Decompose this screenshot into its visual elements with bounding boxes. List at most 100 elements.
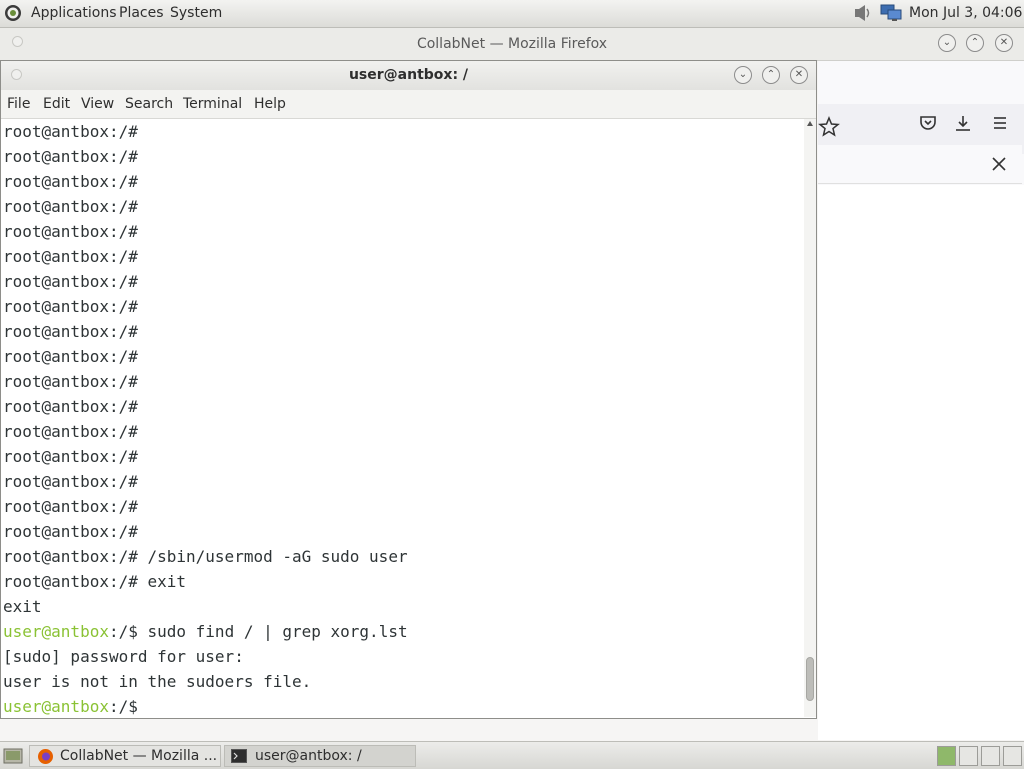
terminal-window: user@antbox: / ⌄ ⌃ ✕ File Edit View Sear…: [0, 60, 817, 719]
terminal-close-button[interactable]: ✕: [790, 66, 808, 84]
terminal-line: user@antbox:/$: [3, 694, 148, 717]
taskbar-item-terminal[interactable]: user@antbox: /: [224, 745, 416, 767]
terminal-line: root@antbox:/#: [3, 194, 138, 219]
workspace-1[interactable]: [937, 746, 956, 766]
gnome-foot-logo-icon[interactable]: [4, 4, 22, 22]
firefox-toolbar: [818, 61, 1024, 185]
menu-view[interactable]: View: [81, 96, 114, 112]
terminal-line: root@antbox:/# /sbin/usermod -aG sudo us…: [3, 544, 408, 569]
line-text: sudo find / | grep xorg.lst: [147, 622, 408, 641]
prompt-path: :/$: [108, 622, 148, 641]
firefox-window-menu-icon[interactable]: [12, 36, 23, 47]
line-text: root@antbox:/#: [3, 397, 138, 416]
firefox-minimize-button[interactable]: ⌄: [938, 34, 956, 52]
line-text: root@antbox:/#: [3, 272, 138, 291]
terminal-menubar: File Edit View Search Terminal Help: [1, 90, 816, 119]
terminal-titlebar[interactable]: user@antbox: / ⌄ ⌃ ✕: [1, 61, 816, 90]
terminal-scrollbar[interactable]: [804, 119, 816, 717]
top-panel: Applications Places System Mon Jul 3, 04…: [0, 0, 1024, 28]
firefox-titlebar[interactable]: CollabNet — Mozilla Firefox ⌄ ⌃ ✕: [0, 28, 1024, 61]
firefox-maximize-button[interactable]: ⌃: [966, 34, 984, 52]
prompt-user-host: user@antbox: [3, 697, 109, 716]
terminal-output[interactable]: root@antbox:/# root@antbox:/# root@antbox:…: [3, 119, 803, 717]
terminal-line: root@antbox:/#: [3, 344, 138, 369]
downloads-icon[interactable]: [953, 113, 973, 133]
firefox-icon: [38, 749, 53, 764]
terminal-line: root@antbox:/#: [3, 119, 138, 144]
scroll-up-arrow-icon[interactable]: [807, 121, 813, 126]
places-menu[interactable]: Places: [119, 5, 164, 21]
terminal-line: root@antbox:/#: [3, 169, 138, 194]
line-text: root@antbox:/#: [3, 347, 138, 366]
menu-file[interactable]: File: [7, 96, 30, 112]
hamburger-menu-icon[interactable]: [990, 113, 1010, 133]
menu-terminal[interactable]: Terminal: [183, 96, 242, 112]
volume-icon[interactable]: [853, 4, 875, 22]
terminal-window-title: user@antbox: /: [348, 67, 469, 83]
line-text: root@antbox:/#: [3, 372, 138, 391]
line-text: root@antbox:/#: [3, 472, 138, 491]
line-text: root@antbox:/#: [3, 497, 138, 516]
clock[interactable]: Mon Jul 3, 04:06: [909, 5, 1022, 21]
workspace-2[interactable]: [959, 746, 978, 766]
scrollbar-thumb[interactable]: [806, 657, 814, 701]
terminal-maximize-button[interactable]: ⌃: [762, 66, 780, 84]
line-text: root@antbox:/#: [3, 522, 138, 541]
terminal-line: user@antbox:/$ sudo find / | grep xorg.l…: [3, 619, 408, 644]
terminal-line: user is not in the sudoers file.: [3, 669, 311, 694]
workspace-4[interactable]: [1003, 746, 1022, 766]
line-text: root@antbox:/#: [3, 447, 138, 466]
menu-help[interactable]: Help: [254, 96, 286, 112]
line-text: root@antbox:/#: [3, 297, 138, 316]
line-text: exit: [3, 597, 42, 616]
taskbar-item-label: CollabNet — Mozilla ...: [60, 748, 218, 764]
terminal-line: root@antbox:/#: [3, 269, 138, 294]
menu-edit[interactable]: Edit: [43, 96, 70, 112]
firefox-close-button[interactable]: ✕: [995, 34, 1013, 52]
applications-menu[interactable]: Applications: [31, 5, 117, 21]
terminal-line: root@antbox:/#: [3, 369, 138, 394]
terminal-line: root@antbox:/#: [3, 144, 138, 169]
line-text: root@antbox:/#: [3, 147, 138, 166]
terminal-line: root@antbox:/#: [3, 394, 138, 419]
terminal-line: root@antbox:/#: [3, 244, 138, 269]
terminal-minimize-button[interactable]: ⌄: [734, 66, 752, 84]
terminal-line: root@antbox:/#: [3, 294, 138, 319]
prompt-path: :/$: [108, 697, 148, 716]
terminal-line: root@antbox:/#: [3, 219, 138, 244]
line-text: root@antbox:/# /sbin/usermod -aG sudo us…: [3, 547, 408, 566]
prompt-user-host: user@antbox: [3, 622, 109, 641]
line-text: [sudo] password for user:: [3, 647, 244, 666]
bookmark-star-icon[interactable]: [818, 116, 840, 138]
firefox-window-title: CollabNet — Mozilla Firefox: [416, 36, 608, 52]
terminal-line: root@antbox:/# exit: [3, 569, 186, 594]
menu-search[interactable]: Search: [125, 96, 173, 112]
terminal-line: root@antbox:/#: [3, 444, 138, 469]
terminal-icon: [231, 749, 247, 763]
line-text: root@antbox:/#: [3, 422, 138, 441]
taskbar-item-label: user@antbox: /: [255, 748, 362, 764]
line-text: root@antbox:/#: [3, 322, 138, 341]
terminal-line: root@antbox:/#: [3, 319, 138, 344]
line-text: root@antbox:/#: [3, 122, 138, 141]
line-text: root@antbox:/# exit: [3, 572, 187, 591]
line-text: root@antbox:/#: [3, 247, 138, 266]
workspace-3[interactable]: [981, 746, 1000, 766]
line-text: user is not in the sudoers file.: [3, 672, 312, 691]
notification-close-icon[interactable]: [991, 156, 1007, 172]
terminal-line: exit: [3, 594, 42, 619]
taskbar-item-firefox[interactable]: CollabNet — Mozilla ...: [29, 745, 221, 767]
pocket-icon[interactable]: [918, 113, 938, 133]
firefox-content-area[interactable]: [818, 185, 1024, 740]
terminal-line: root@antbox:/#: [3, 519, 138, 544]
line-text: root@antbox:/#: [3, 172, 138, 191]
terminal-line: root@antbox:/#: [3, 419, 138, 444]
show-desktop-icon[interactable]: [3, 747, 23, 765]
bottom-taskbar: CollabNet — Mozilla ... user@antbox: /: [0, 741, 1024, 769]
network-icon[interactable]: [880, 4, 904, 22]
line-text: root@antbox:/#: [3, 197, 138, 216]
system-menu[interactable]: System: [170, 5, 222, 21]
terminal-line: [sudo] password for user:: [3, 644, 244, 669]
firefox-notification-bar: [818, 145, 1022, 184]
line-text: root@antbox:/#: [3, 222, 138, 241]
